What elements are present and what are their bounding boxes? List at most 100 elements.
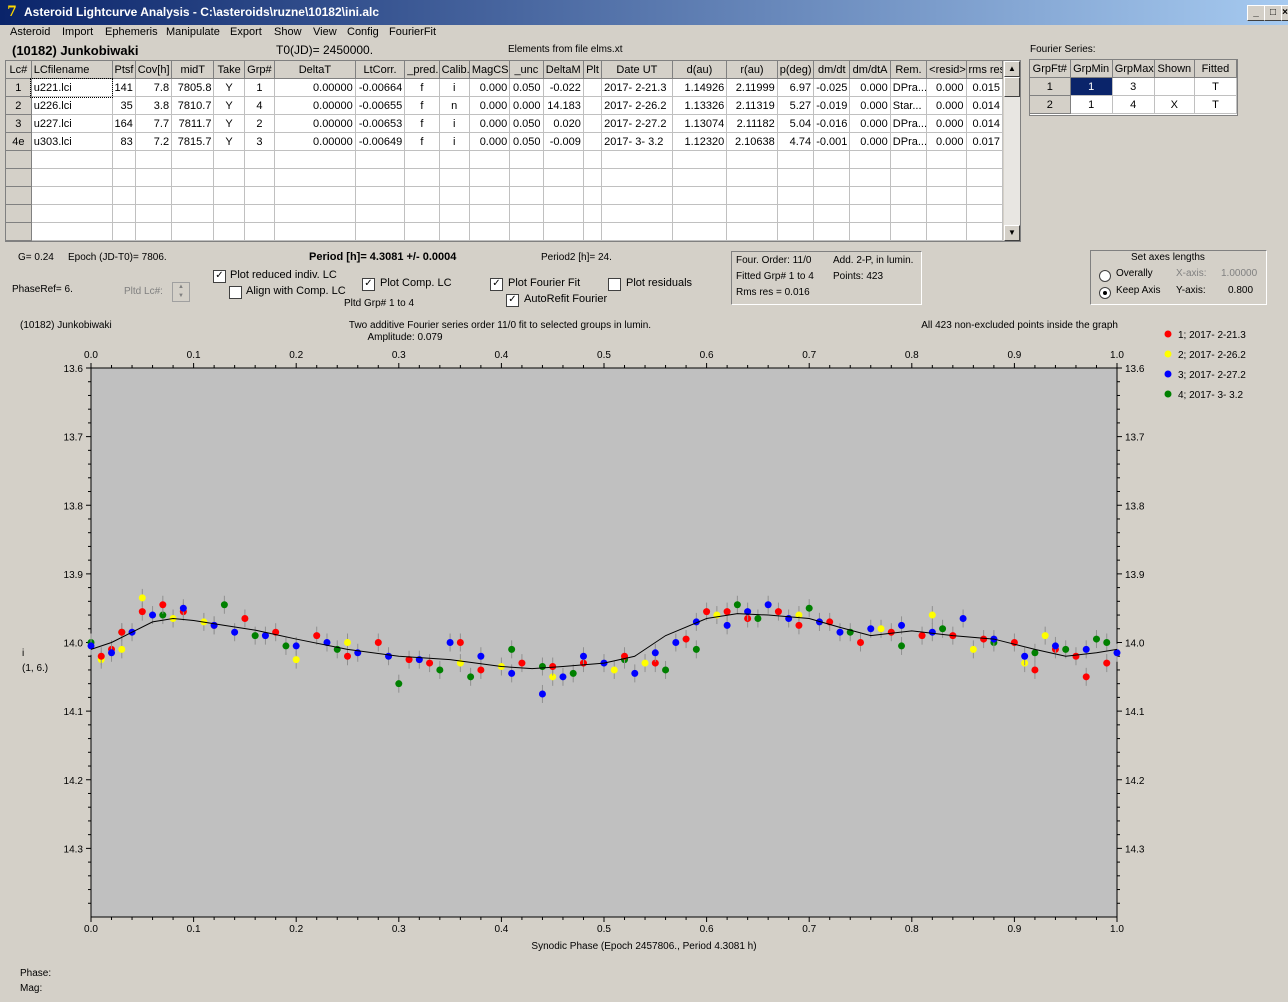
menu-view[interactable]: View [313,26,337,38]
app-icon[interactable]: 7 [4,4,20,20]
menu-manipulate[interactable]: Manipulate [166,26,220,38]
fourier-series-grid[interactable]: GrpFt# GrpMin GrpMax Shown Fitted 113T214XT [1029,59,1238,116]
column-header[interactable]: MagCS [469,61,511,79]
table-cell[interactable]: 0.015 [966,78,1004,97]
table-row[interactable]: 113T [1030,77,1237,96]
plot-svg[interactable]: (10182) Junkobiwaki Two additive Fourier … [18,314,1271,966]
column-header[interactable]: Lc# [6,61,32,79]
table-cell[interactable] [777,222,815,241]
table-cell[interactable] [439,150,470,169]
column-header[interactable]: Date UT [601,61,673,79]
table-cell[interactable]: 0.00000 [274,78,356,97]
table-cell[interactable] [583,78,603,97]
table-cell[interactable]: 2.11182 [726,114,778,133]
table-cell[interactable] [171,186,215,205]
table-cell[interactable] [509,222,544,241]
column-header[interactable]: DeltaM [543,61,584,79]
table-cell[interactable] [672,204,728,223]
table-cell[interactable]: 7810.7 [171,96,215,115]
table-cell[interactable] [31,168,113,187]
menu-config[interactable]: Config [347,26,379,38]
table-cell[interactable] [849,186,891,205]
table-cell[interactable] [355,204,406,223]
table-cell[interactable] [813,204,851,223]
table-cell[interactable] [509,186,544,205]
table-cell[interactable] [849,168,891,187]
minimize-icon[interactable]: _ [1247,5,1265,21]
table-cell[interactable] [404,186,440,205]
table-cell[interactable]: i [439,132,470,151]
table-cell[interactable]: 2.11999 [726,78,778,97]
table-cell[interactable]: 2017- 3- 3.2 [601,132,673,151]
table-cell[interactable] [6,168,32,187]
table-cell[interactable] [469,222,511,241]
table-cell[interactable]: 0.000 [849,78,891,97]
table-cell[interactable] [469,186,511,205]
table-cell[interactable]: 0.000 [849,96,891,115]
table-cell[interactable] [966,150,1004,169]
table-cell[interactable]: DPra... [890,114,928,133]
column-header[interactable]: LtCorr. [355,61,406,79]
table-cell[interactable] [244,186,276,205]
table-cell[interactable] [583,132,603,151]
column-header[interactable]: Rem. [890,61,928,79]
table-cell[interactable] [31,186,113,205]
table-cell[interactable] [583,114,603,133]
table-cell[interactable]: -0.00655 [355,96,406,115]
table-cell[interactable] [274,168,356,187]
table-cell[interactable] [672,222,728,241]
table-cell[interactable]: 0.000 [926,114,967,133]
table-cell[interactable]: 1.12320 [672,132,728,151]
table-cell[interactable] [849,222,891,241]
table-cell[interactable] [244,222,276,241]
table-cell[interactable] [439,186,470,205]
scroll-up-icon[interactable]: ▲ [1004,61,1020,77]
column-header[interactable]: Plt [583,61,603,79]
table-cell[interactable]: 1.13074 [672,114,728,133]
table-cell[interactable] [135,222,173,241]
table-row[interactable] [6,222,1004,241]
table-cell[interactable] [890,150,928,169]
table-cell[interactable] [274,222,356,241]
table-cell[interactable] [6,150,32,169]
column-header[interactable]: GrpMax [1112,60,1155,78]
table-cell[interactable] [404,204,440,223]
table-cell[interactable]: 4 [244,96,276,115]
table-cell[interactable] [355,168,406,187]
table-cell[interactable]: 3 [6,114,32,133]
table-cell[interactable] [890,168,928,187]
table-cell[interactable]: 0.000 [926,78,967,97]
table-cell[interactable] [926,204,967,223]
table-cell[interactable]: 2.10638 [726,132,778,151]
table-cell[interactable] [509,168,544,187]
table-row[interactable]: 2 u226.lci 35 3.8 7810.7 Y 4 0.00000 -0.00655 f n 0… [6,96,1004,115]
table-cell[interactable] [583,168,603,187]
table-cell[interactable] [274,150,356,169]
table-cell[interactable] [601,186,673,205]
table-cell[interactable]: f [404,78,440,97]
table-cell[interactable] [777,150,815,169]
table-cell[interactable]: 0.000 [849,114,891,133]
table-cell[interactable]: 0.000 [469,114,511,133]
table-cell[interactable]: u303.lci [31,132,113,151]
table-cell[interactable] [543,204,584,223]
column-header[interactable]: d(au) [672,61,728,79]
table-cell[interactable] [849,150,891,169]
table-cell[interactable] [213,204,245,223]
table-cell[interactable]: X [1154,95,1195,114]
column-header[interactable]: dm/dt [813,61,851,79]
table-cell[interactable]: 1.14926 [672,78,728,97]
column-header[interactable]: Fitted [1194,60,1237,78]
table-cell[interactable] [926,186,967,205]
table-cell[interactable] [355,186,406,205]
table-cell[interactable] [404,222,440,241]
table-cell[interactable]: 7815.7 [171,132,215,151]
table-cell[interactable] [777,186,815,205]
table-cell[interactable]: 7.8 [135,78,173,97]
table-cell[interactable]: 4 [1112,95,1155,114]
table-cell[interactable]: 1 [1030,77,1071,96]
table-cell[interactable]: DPra... [890,132,928,151]
table-cell[interactable]: 2017- 2-26.2 [601,96,673,115]
scroll-thumb[interactable] [1004,77,1020,97]
table-cell[interactable] [813,186,851,205]
